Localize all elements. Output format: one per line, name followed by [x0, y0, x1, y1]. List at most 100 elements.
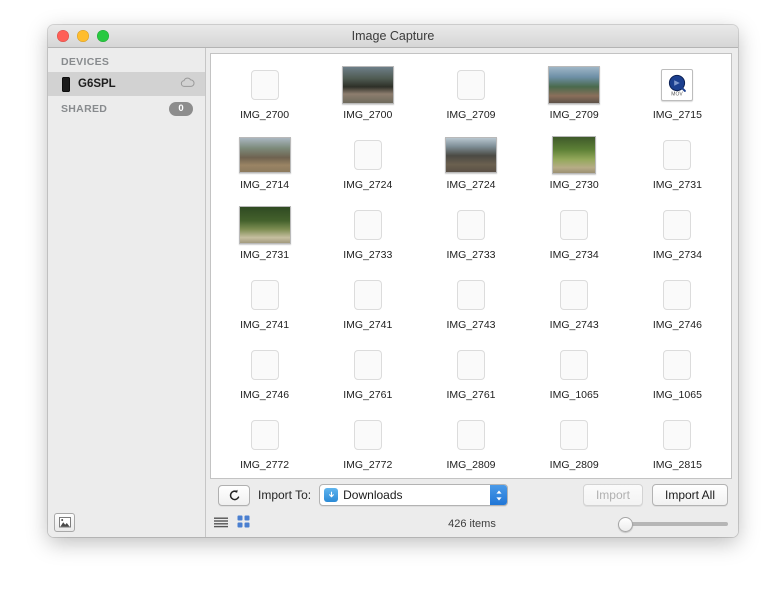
- thumbnail-image[interactable]: [548, 206, 600, 244]
- photo-preview: [239, 137, 291, 173]
- window-titlebar[interactable]: Image Capture: [48, 25, 738, 48]
- thumbnail-image[interactable]: [548, 136, 600, 174]
- photo-preview: [445, 137, 497, 173]
- eject-image-icon[interactable]: [54, 513, 75, 532]
- thumbnail-label: IMG_2700: [240, 109, 289, 121]
- thumbnail-image[interactable]: [445, 416, 497, 454]
- thumbnail-cell[interactable]: IMG_2700: [213, 62, 316, 132]
- thumbnail-image[interactable]: [239, 416, 291, 454]
- thumbnail-image[interactable]: [651, 206, 703, 244]
- thumbnail-cell[interactable]: IMG_2743: [419, 272, 522, 342]
- thumbnail-image[interactable]: MOV: [651, 66, 703, 104]
- thumbnail-cell[interactable]: IMG_2714: [213, 132, 316, 202]
- thumbnail-image[interactable]: [548, 416, 600, 454]
- thumbnail-label: IMG_2724: [446, 179, 495, 191]
- thumbnail-cell[interactable]: IMG_1065: [523, 342, 626, 412]
- thumbnail-cell[interactable]: IMG_2746: [626, 272, 729, 342]
- thumbnail-cell[interactable]: IMG_2809: [419, 412, 522, 479]
- thumbnail-cell[interactable]: IMG_2734: [626, 202, 729, 272]
- thumbnail-cell[interactable]: IMG_2772: [316, 412, 419, 479]
- thumbnail-placeholder: [560, 280, 588, 310]
- thumbnail-image[interactable]: [548, 276, 600, 314]
- sidebar-item-label: G6SPL: [70, 78, 180, 90]
- thumbnail-cell[interactable]: IMG_2815: [626, 412, 729, 479]
- thumbnail-cell[interactable]: IMG_2733: [419, 202, 522, 272]
- thumbnail-cell[interactable]: IMG_2733: [316, 202, 419, 272]
- import-to-label: Import To:: [258, 488, 311, 502]
- thumbnail-cell[interactable]: IMG_2700: [316, 62, 419, 132]
- thumbnail-label: IMG_2734: [550, 249, 599, 261]
- thumbnail-cell[interactable]: IMG_2730: [523, 132, 626, 202]
- list-view-icon[interactable]: [214, 515, 228, 533]
- destination-popup-button[interactable]: Downloads: [319, 484, 508, 506]
- thumbnail-image[interactable]: [239, 206, 291, 244]
- thumbnail-size-slider[interactable]: [618, 517, 728, 531]
- thumbnail-image[interactable]: [342, 346, 394, 384]
- thumbnail-cell[interactable]: MOVIMG_2715: [626, 62, 729, 132]
- thumbnail-image[interactable]: [239, 276, 291, 314]
- thumbnail-label: IMG_2743: [550, 319, 599, 331]
- thumbnail-cell[interactable]: IMG_2741: [316, 272, 419, 342]
- thumbnail-cell[interactable]: IMG_1065: [626, 342, 729, 412]
- thumbnail-image[interactable]: [548, 346, 600, 384]
- thumbnail-cell[interactable]: IMG_2809: [523, 412, 626, 479]
- thumbnail-cell[interactable]: IMG_2772: [213, 412, 316, 479]
- thumbnail-image[interactable]: [445, 346, 497, 384]
- thumbnail-cell[interactable]: IMG_2709: [523, 62, 626, 132]
- thumbnail-label: IMG_2709: [550, 109, 599, 121]
- grid-view-icon[interactable]: [237, 515, 250, 533]
- slider-knob[interactable]: [618, 517, 633, 532]
- svg-text:MOV: MOV: [672, 92, 684, 98]
- import-button[interactable]: Import: [583, 484, 643, 506]
- thumbnail-image[interactable]: [651, 136, 703, 174]
- thumbnail-cell[interactable]: IMG_2724: [419, 132, 522, 202]
- chevron-up-down-icon[interactable]: [490, 485, 507, 505]
- phone-icon: [62, 77, 70, 92]
- sidebar: DEVICES G6SPL SHARED 0: [48, 48, 206, 537]
- thumbnail-pane[interactable]: IMG_2700IMG_2700IMG_2709IMG_2709MOVIMG_2…: [210, 53, 732, 479]
- thumbnail-placeholder: [354, 210, 382, 240]
- thumbnail-image[interactable]: [239, 346, 291, 384]
- import-buttons: Import Import All: [583, 484, 728, 506]
- thumbnail-image[interactable]: [651, 276, 703, 314]
- thumbnail-cell[interactable]: IMG_2761: [419, 342, 522, 412]
- thumbnail-cell[interactable]: IMG_2743: [523, 272, 626, 342]
- sidebar-section-shared[interactable]: SHARED 0: [48, 96, 205, 122]
- thumbnail-cell[interactable]: IMG_2731: [213, 202, 316, 272]
- thumbnail-image[interactable]: [342, 136, 394, 174]
- thumbnail-image[interactable]: [342, 66, 394, 104]
- thumbnail-cell[interactable]: IMG_2724: [316, 132, 419, 202]
- thumbnail-image[interactable]: [342, 416, 394, 454]
- thumbnail-cell[interactable]: IMG_2709: [419, 62, 522, 132]
- thumbnail-image[interactable]: [445, 206, 497, 244]
- cloud-icon[interactable]: [180, 77, 195, 91]
- thumbnail-placeholder: [457, 210, 485, 240]
- thumbnail-image[interactable]: [548, 66, 600, 104]
- import-all-button[interactable]: Import All: [652, 484, 728, 506]
- thumbnail-cell[interactable]: IMG_2731: [626, 132, 729, 202]
- photo-preview: [548, 66, 600, 104]
- thumbnail-image[interactable]: [445, 276, 497, 314]
- thumbnail-image[interactable]: [651, 416, 703, 454]
- thumbnail-image[interactable]: [445, 136, 497, 174]
- thumbnail-cell[interactable]: IMG_2746: [213, 342, 316, 412]
- main-content: IMG_2700IMG_2700IMG_2709IMG_2709MOVIMG_2…: [206, 48, 738, 537]
- status-bar: 426 items: [206, 511, 738, 537]
- thumbnail-label: IMG_1065: [653, 389, 702, 401]
- thumbnail-cell[interactable]: IMG_2734: [523, 202, 626, 272]
- thumbnail-image[interactable]: [651, 346, 703, 384]
- sidebar-item-g6spl[interactable]: G6SPL: [48, 72, 205, 96]
- thumbnail-cell[interactable]: IMG_2741: [213, 272, 316, 342]
- thumbnail-image[interactable]: [239, 66, 291, 104]
- quicktime-movie-icon: MOV: [661, 69, 693, 101]
- thumbnail-placeholder: [457, 350, 485, 380]
- thumbnail-image[interactable]: [445, 66, 497, 104]
- thumbnail-image[interactable]: [342, 276, 394, 314]
- sidebar-header-shared: SHARED: [61, 103, 169, 115]
- thumbnail-image[interactable]: [342, 206, 394, 244]
- thumbnail-placeholder: [560, 350, 588, 380]
- thumbnail-cell[interactable]: IMG_2761: [316, 342, 419, 412]
- window-body: DEVICES G6SPL SHARED 0: [48, 48, 738, 537]
- rotate-left-icon[interactable]: [218, 485, 250, 506]
- thumbnail-image[interactable]: [239, 136, 291, 174]
